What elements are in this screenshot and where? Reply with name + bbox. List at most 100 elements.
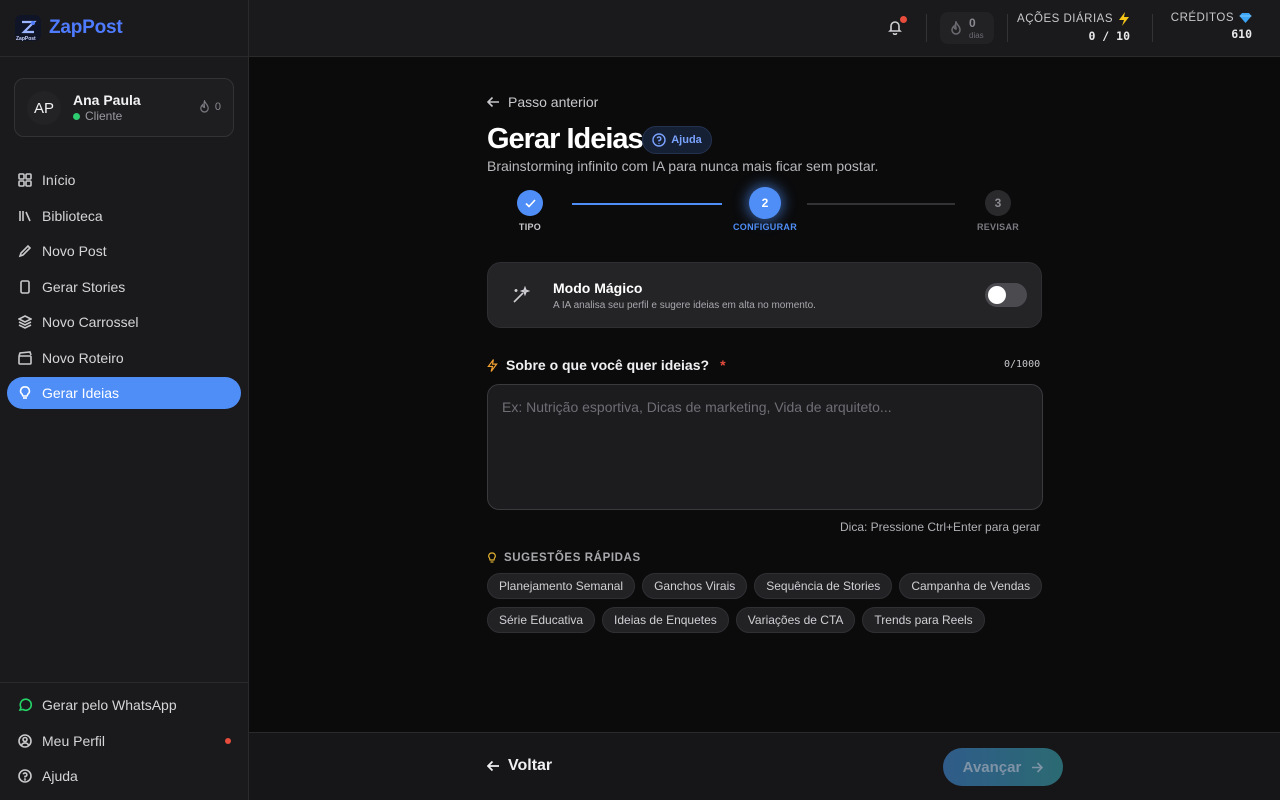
user-role-label: Cliente	[85, 109, 123, 123]
flame-icon	[200, 100, 209, 113]
wizard-footer: Voltar Avançar	[249, 732, 1280, 800]
magic-wand-icon	[512, 285, 531, 304]
notifications-button[interactable]	[887, 16, 907, 37]
sidebar-item-label: Biblioteca	[42, 207, 103, 224]
quick-suggestions-title: SUGESTÕES RÁPIDAS	[504, 552, 641, 564]
brand-name: ZapPost	[49, 17, 123, 38]
topic-input[interactable]	[487, 384, 1043, 510]
magic-mode-toggle[interactable]	[985, 283, 1027, 307]
flame-icon	[951, 21, 961, 35]
avatar: AP	[27, 91, 61, 125]
magic-mode-card: Modo Mágico A IA analisa seu perfil e su…	[487, 262, 1042, 328]
sidebar-item-label: Ajuda	[42, 768, 78, 784]
daily-actions-label-row: AÇÕES DIÁRIAS	[1017, 12, 1130, 26]
back-button[interactable]: Voltar	[487, 757, 552, 775]
sidebar-item-whatsapp[interactable]: Gerar pelo WhatsApp	[7, 689, 241, 721]
suggestion-chip[interactable]: Planejamento Semanal	[487, 573, 636, 599]
step-2-circle: 2	[749, 187, 781, 219]
next-button-label: Avançar	[962, 758, 1022, 776]
suggestion-chip[interactable]: Série Educativa	[487, 607, 596, 633]
help-circle-icon	[18, 769, 32, 783]
arrow-right-icon	[1032, 761, 1044, 773]
magic-mode-description: A IA analisa seu perfil e sugere ideias …	[553, 300, 816, 311]
sidebar-item-label: Gerar Stories	[42, 278, 126, 295]
user-name: Ana Paula	[73, 92, 141, 108]
online-status-dot	[73, 112, 80, 120]
lightning-icon	[487, 358, 498, 372]
credits-label: CRÉDITOS	[1170, 12, 1234, 24]
sidebar-item-label: Novo Carrossel	[42, 314, 139, 330]
divider	[1007, 14, 1008, 42]
topbar: 0 dias AÇÕES DIÁRIAS 0 / 10 CRÉDITOS 610	[249, 0, 1280, 57]
lightbulb-icon	[488, 552, 496, 563]
suggestion-chip[interactable]: Ganchos Virais	[642, 573, 748, 599]
sidebar-nav: Início Biblioteca Novo Post Gerar Storie…	[7, 164, 241, 413]
quick-suggestions-heading: SUGESTÕES RÁPIDAS	[487, 552, 641, 564]
sidebar-item-label: Início	[42, 172, 76, 188]
daily-actions: AÇÕES DIÁRIAS 0 / 10	[1017, 12, 1130, 43]
sidebar-item-inicio[interactable]: Início	[7, 164, 241, 196]
sidebar-item-novo-post[interactable]: Novo Post	[7, 235, 241, 267]
sidebar-bottom: Gerar pelo WhatsApp Meu Perfil Ajuda	[0, 682, 248, 796]
step-connector-1	[572, 203, 722, 205]
user-role: Cliente	[73, 109, 122, 123]
user-card[interactable]: AP Ana Paula Cliente 0	[14, 78, 234, 137]
grid-icon	[18, 173, 32, 187]
lightbulb-icon	[18, 386, 32, 400]
sidebar-item-ajuda[interactable]: Ajuda	[7, 760, 241, 792]
step-1-circle[interactable]	[517, 190, 543, 216]
suggestion-chip[interactable]: Variações de CTA	[735, 607, 856, 633]
step-1-label: TIPO	[518, 222, 542, 232]
sidebar-item-biblioteca[interactable]: Biblioteca	[7, 200, 241, 232]
arrow-left-icon	[487, 760, 499, 772]
sidebar-item-gerar-ideias[interactable]: Gerar Ideias	[7, 377, 241, 409]
sidebar-item-label: Gerar Ideias	[42, 385, 120, 401]
step-connector-2	[807, 203, 955, 205]
step-2-label: CONFIGURAR	[733, 222, 797, 232]
sidebar-item-novo-roteiro[interactable]: Novo Roteiro	[7, 342, 241, 374]
app-root: ZapPost ZapPost AP Ana Paula Cliente 0 I…	[0, 0, 1280, 800]
suggestion-chip[interactable]: Sequência de Stories	[754, 573, 893, 599]
pen-icon	[18, 244, 32, 258]
previous-step-link[interactable]: Passo anterior	[487, 94, 598, 110]
topic-field-text: Sobre o que você quer ideias?	[506, 357, 710, 373]
streak-value: 0	[969, 16, 976, 30]
brand-logo-icon: ZapPost	[15, 15, 41, 42]
main-content: Passo anterior Gerar Ideias Ajuda Brains…	[249, 57, 1280, 732]
sidebar-item-meu-perfil[interactable]: Meu Perfil	[7, 725, 241, 757]
sidebar-item-label: Gerar pelo WhatsApp	[42, 697, 177, 713]
help-button[interactable]: Ajuda	[642, 126, 712, 154]
user-circle-icon	[18, 733, 32, 748]
diamond-icon	[1239, 13, 1252, 23]
sidebar-item-novo-carrossel[interactable]: Novo Carrossel	[7, 306, 241, 338]
step-3-circle: 3	[985, 190, 1011, 216]
sidebar-item-label: Novo Post	[42, 243, 107, 259]
clapper-icon	[18, 350, 32, 365]
next-button[interactable]: Avançar	[943, 748, 1063, 786]
brand-logo-text: ZapPost	[16, 36, 36, 42]
suggestion-chip[interactable]: Ideias de Enquetes	[602, 607, 729, 633]
divider	[926, 14, 927, 42]
user-streak: 0	[199, 100, 221, 113]
step-3-label: REVISAR	[976, 222, 1020, 232]
previous-step-label: Passo anterior	[508, 94, 599, 110]
back-button-label: Voltar	[508, 757, 553, 774]
stepper: TIPO 2 CONFIGURAR 3 REVISAR	[487, 187, 1042, 237]
suggestion-chip[interactable]: Campanha de Vendas	[899, 573, 1043, 599]
streak-unit: dias	[969, 31, 984, 40]
daily-actions-label: AÇÕES DIÁRIAS	[1017, 13, 1113, 25]
notification-dot	[900, 16, 907, 23]
credits-label-row: CRÉDITOS	[1171, 12, 1252, 24]
divider	[1152, 14, 1153, 42]
daily-actions-value: 0 / 10	[1088, 29, 1130, 43]
help-circle-icon	[652, 133, 666, 147]
notification-dot	[225, 737, 231, 744]
sidebar-item-label: Novo Roteiro	[42, 349, 124, 366]
suggestion-chip[interactable]: Trends para Reels	[862, 607, 985, 633]
sidebar-item-label: Meu Perfil	[42, 732, 106, 749]
sidebar-item-gerar-stories[interactable]: Gerar Stories	[7, 271, 241, 303]
streak-pill[interactable]: 0 dias	[940, 12, 994, 44]
check-icon	[524, 198, 536, 208]
help-label: Ajuda	[671, 134, 702, 146]
brand[interactable]: ZapPost ZapPost	[0, 0, 248, 57]
